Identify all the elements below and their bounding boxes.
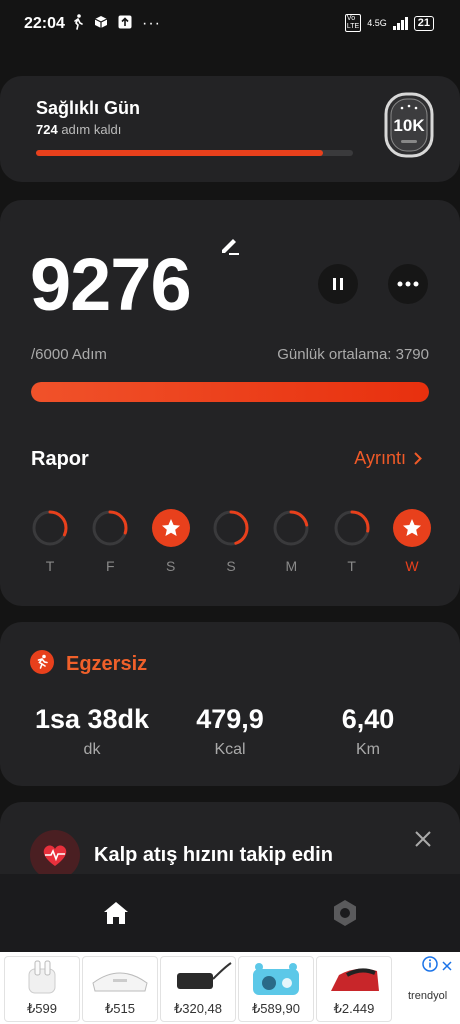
more-notifications-icon: ··· (142, 14, 161, 32)
healthy-day-progress (36, 150, 353, 156)
healthy-day-title: Sağlıklı Gün (36, 98, 141, 118)
distance-stat: 6,40 Km (298, 704, 438, 759)
day-4[interactable]: M (271, 508, 311, 574)
day-label: T (45, 558, 55, 574)
toaster-icon (92, 972, 148, 992)
details-link[interactable]: Ayrıntı (354, 448, 422, 469)
day-3[interactable]: S (211, 508, 251, 574)
chevron-right-icon (414, 452, 422, 465)
step-goal: /6000 Adım (31, 346, 107, 363)
duration-stat: 1sa 38dk dk (22, 704, 162, 759)
camera-icon (253, 963, 299, 995)
pause-button[interactable] (318, 264, 358, 304)
running-icon (30, 650, 54, 679)
steps-left-value: 724 (36, 122, 58, 137)
details-label: Ayrıntı (354, 448, 406, 468)
upload-icon (118, 15, 132, 32)
box-icon (94, 15, 108, 32)
day-progress-ring (92, 510, 128, 546)
badge-label: 10K (393, 116, 425, 135)
iron-icon (331, 968, 379, 991)
ad-price: ₺2.449 (333, 1001, 375, 1016)
day-label: S (165, 558, 176, 574)
bottom-nav (0, 874, 460, 952)
day-progress-ring (334, 510, 370, 546)
heart-rate-title: Kalp atış hızını takip edin (94, 844, 333, 866)
calories-stat: 479,9 Kcal (160, 704, 300, 759)
day-star-icon (151, 509, 190, 547)
distance-unit: Km (356, 741, 380, 758)
walking-icon (72, 14, 84, 33)
step-count: 9276 (30, 243, 192, 326)
duration-unit: dk (83, 741, 101, 758)
exercise-title: Egzersiz (66, 653, 148, 675)
day-2[interactable]: S (151, 508, 191, 574)
steps-card: 9276 /6000 Adım Günlük ortalama: 3790 Ra… (0, 200, 460, 606)
day-5[interactable]: T (332, 508, 372, 574)
calories-value: 479,9 (196, 704, 264, 734)
day-progress-ring (213, 510, 249, 546)
day-0[interactable]: T (30, 508, 70, 574)
trendyol-logo: trendyol (408, 990, 448, 1002)
day-star-icon (392, 509, 431, 547)
ad-product-earbuds[interactable]: ₺599 (4, 956, 80, 1022)
ad-product-adapter[interactable]: ₺320,48 (160, 956, 236, 1022)
steps-left: 724 adım kaldı (36, 122, 121, 137)
10k-badge-icon: 10K (384, 90, 434, 165)
device-tab-icon[interactable] (331, 898, 359, 933)
ad-close-icon[interactable] (442, 958, 452, 976)
edit-icon[interactable] (218, 234, 242, 263)
status-bar: 22:04 ··· Vo LTE 4.5G 21 (0, 0, 460, 50)
close-icon[interactable] (414, 830, 432, 853)
ad-price: ₺599 (27, 1001, 57, 1016)
exercise-card[interactable]: Egzersiz 1sa 38dk dk 479,9 Kcal 6,40 Km (0, 622, 460, 786)
duration-value: 1sa 38dk (34, 704, 150, 734)
status-time: 22:04 (24, 15, 65, 32)
network-type: 4.5G (367, 18, 387, 28)
signal-icon (392, 16, 408, 30)
report-title: Rapor (31, 448, 89, 470)
ad-banner[interactable]: ₺599 ₺515 ₺320,48 ₺589,90 ₺2.449 trendyo… (0, 952, 460, 1024)
day-progress-ring (32, 510, 68, 546)
more-icon (397, 281, 419, 287)
ad-product-iron[interactable]: ₺2.449 (316, 956, 392, 1022)
day-1[interactable]: F (90, 508, 130, 574)
more-button[interactable] (388, 264, 428, 304)
day-label: S (226, 558, 236, 574)
distance-value: 6,40 (341, 704, 395, 734)
steps-left-text: adım kaldı (61, 122, 122, 137)
ad-price: ₺320,48 (173, 1001, 223, 1016)
calories-unit: Kcal (214, 741, 246, 758)
home-tab-icon[interactable] (102, 900, 130, 931)
ad-price: ₺515 (105, 1001, 135, 1016)
ad-product-toaster[interactable]: ₺515 (82, 956, 158, 1022)
weekly-report: TFSSMTW (30, 508, 432, 574)
adapter-icon (177, 962, 232, 989)
ad-product-kids-camera[interactable]: ₺589,90 (238, 956, 314, 1022)
day-label: M (285, 558, 298, 574)
day-label: W (405, 558, 419, 574)
ad-price: ₺589,90 (251, 1001, 301, 1016)
volte-icon: Vo LTE (344, 14, 362, 32)
daily-average: Günlük ortalama: 3790 (277, 346, 429, 363)
healthy-day-card[interactable]: Sağlıklı Gün 724 adım kaldı 10K (0, 76, 460, 182)
ad-info-icon[interactable] (422, 956, 438, 977)
day-progress-ring (273, 510, 309, 546)
day-label: F (106, 558, 115, 574)
battery-icon: 21 (413, 15, 434, 31)
day-6[interactable]: W (392, 508, 432, 574)
day-label: T (347, 558, 356, 574)
steps-progress-bar (31, 382, 429, 402)
pause-icon (333, 278, 343, 290)
earbuds-icon (28, 960, 56, 994)
